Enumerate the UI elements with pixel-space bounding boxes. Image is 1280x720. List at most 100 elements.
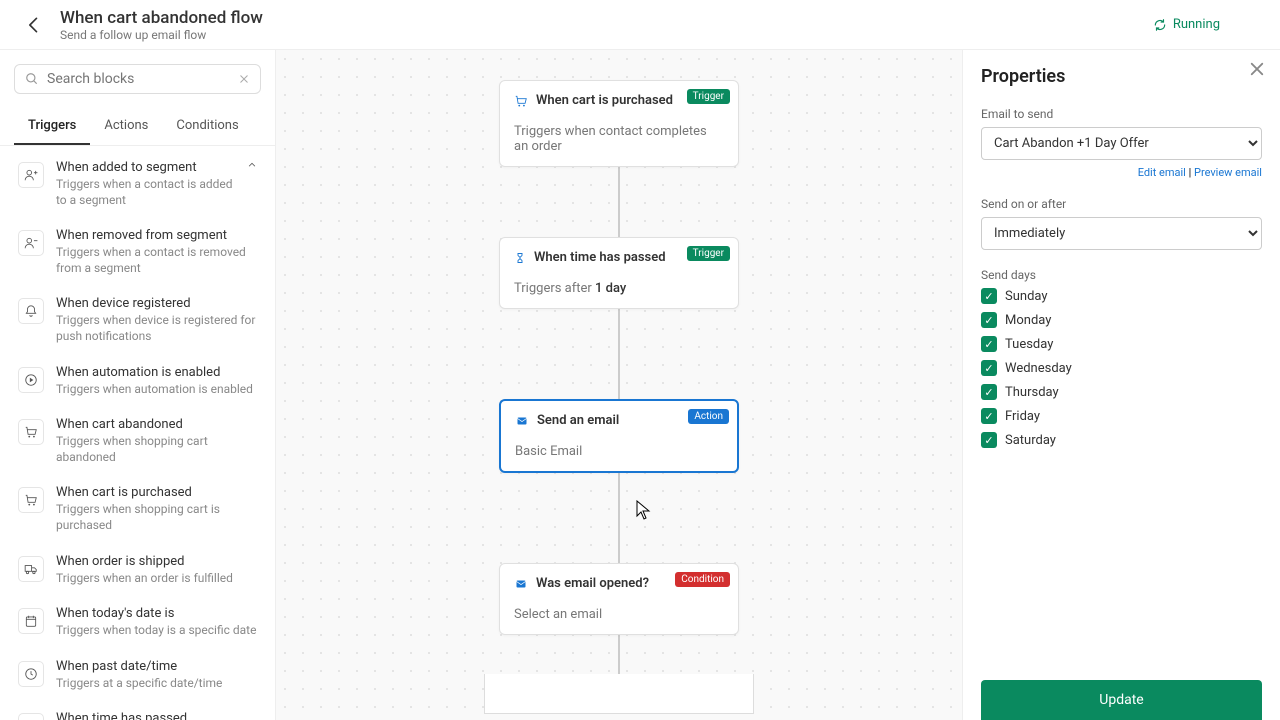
connector (618, 473, 620, 563)
block-desc: Triggers when shopping cart is purchased (56, 502, 257, 533)
day-tuesday[interactable]: ✓Tuesday (981, 336, 1262, 352)
block-when-added-to-segment[interactable]: When added to segment Triggers when a co… (0, 150, 275, 218)
tab-conditions[interactable]: Conditions (162, 108, 252, 145)
block-title: When order is shipped (56, 554, 257, 569)
cart-icon (514, 94, 528, 108)
play-circle-icon (18, 367, 44, 393)
bell-icon (18, 298, 44, 324)
arrow-left-icon (24, 15, 44, 35)
update-button[interactable]: Update (981, 680, 1262, 720)
clear-search-icon[interactable] (238, 73, 250, 85)
day-friday[interactable]: ✓Friday (981, 408, 1262, 424)
close-icon (1248, 60, 1266, 78)
send-on-select[interactable]: Immediately (981, 217, 1262, 250)
block-desc: Triggers when a contact is added to a se… (56, 177, 235, 208)
node-title: Send an email (537, 413, 619, 428)
node-body: Basic Email (515, 444, 723, 459)
day-sunday[interactable]: ✓Sunday (981, 288, 1262, 304)
email-links: Edit email | Preview email (981, 166, 1262, 179)
day-saturday[interactable]: ✓Saturday (981, 432, 1262, 448)
checkbox-icon: ✓ (981, 360, 997, 376)
properties-panel: Properties Email to send Cart Abandon +1… (962, 50, 1280, 720)
search-input-wrap[interactable] (14, 64, 261, 94)
tab-actions[interactable]: Actions (90, 108, 162, 145)
tab-triggers[interactable]: Triggers (14, 108, 90, 145)
block-when-removed-from-segment[interactable]: When removed from segment Triggers when … (0, 218, 275, 286)
block-when-order-shipped[interactable]: When order is shipped Triggers when an o… (0, 544, 275, 597)
block-title: When cart abandoned (56, 417, 257, 432)
block-title: When time has passed (56, 711, 257, 720)
header-titles: When cart abandoned flow Send a follow u… (60, 8, 263, 42)
block-title: When today's date is (56, 606, 257, 621)
edit-email-link[interactable]: Edit email (1138, 166, 1186, 179)
envelope-icon (515, 415, 529, 427)
day-wednesday[interactable]: ✓Wednesday (981, 360, 1262, 376)
action-badge: Action (688, 409, 729, 424)
node-was-email-opened[interactable]: Condition Was email opened? Select an em… (499, 563, 739, 635)
block-when-time-passed[interactable]: When time has passed Triggers after time… (0, 701, 275, 720)
page-title: When cart abandoned flow (60, 8, 263, 28)
node-body: Triggers after 1 day (514, 281, 724, 296)
block-when-todays-date[interactable]: When today's date is Triggers when today… (0, 596, 275, 649)
branch-container (484, 674, 754, 714)
day-monday[interactable]: ✓Monday (981, 312, 1262, 328)
trigger-badge: Trigger (687, 89, 730, 104)
node-cart-purchased[interactable]: Trigger When cart is purchased Triggers … (499, 80, 739, 167)
condition-badge: Condition (675, 572, 730, 587)
checkbox-icon: ✓ (981, 336, 997, 352)
checkbox-icon: ✓ (981, 408, 997, 424)
block-desc: Triggers when automation is enabled (56, 382, 257, 398)
block-desc: Triggers at a specific date/time (56, 676, 257, 692)
connector (618, 309, 620, 399)
hourglass-icon (18, 713, 44, 720)
status-badge[interactable]: Running (1153, 17, 1220, 32)
hourglass-icon (514, 251, 526, 265)
block-title: When automation is enabled (56, 365, 257, 380)
clock-icon (18, 661, 44, 687)
search-input[interactable] (47, 71, 238, 87)
page-subtitle: Send a follow up email flow (60, 28, 263, 42)
close-button[interactable] (1248, 60, 1266, 78)
block-title: When cart is purchased (56, 485, 257, 500)
block-when-cart-abandoned[interactable]: When cart abandoned Triggers when shoppi… (0, 407, 275, 475)
day-thursday[interactable]: ✓Thursday (981, 384, 1262, 400)
back-button[interactable] (20, 11, 48, 39)
blocks-list[interactable]: When added to segment Triggers when a co… (0, 146, 275, 720)
block-when-device-registered[interactable]: When device registered Triggers when dev… (0, 286, 275, 354)
sync-icon (1153, 18, 1167, 32)
block-desc: Triggers when shopping cart abandoned (56, 434, 257, 465)
email-to-send-select[interactable]: Cart Abandon +1 Day Offer (981, 127, 1262, 160)
preview-email-link[interactable]: Preview email (1194, 166, 1262, 179)
send-days-label: Send days (981, 268, 1262, 282)
trigger-badge: Trigger (687, 246, 730, 261)
block-when-cart-purchased[interactable]: When cart is purchased Triggers when sho… (0, 475, 275, 543)
connector (618, 167, 620, 237)
send-on-label: Send on or after (981, 197, 1262, 211)
calendar-icon (18, 608, 44, 634)
block-desc: Triggers when an order is fulfilled (56, 571, 257, 587)
sidebar-tabs: Triggers Actions Conditions (0, 108, 275, 146)
block-title: When removed from segment (56, 228, 257, 243)
block-title: When added to segment (56, 160, 235, 175)
checkbox-icon: ✓ (981, 384, 997, 400)
block-when-automation-enabled[interactable]: When automation is enabled Triggers when… (0, 355, 275, 408)
node-body: Triggers when contact completes an order (514, 124, 724, 154)
connector (618, 635, 620, 675)
envelope-open-icon (514, 578, 528, 590)
properties-heading: Properties (981, 66, 1262, 87)
node-send-email[interactable]: Action Send an email Basic Email (499, 399, 739, 473)
node-time-passed[interactable]: Trigger When time has passed Triggers af… (499, 237, 739, 309)
checkbox-icon: ✓ (981, 288, 997, 304)
block-title: When past date/time (56, 659, 257, 674)
flow-canvas[interactable]: Trigger When cart is purchased Triggers … (276, 50, 962, 720)
person-remove-icon (18, 230, 44, 256)
chevron-up-icon (247, 160, 257, 170)
sidebar: Triggers Actions Conditions When added t… (0, 50, 276, 720)
cart-icon (18, 419, 44, 445)
block-when-past-datetime[interactable]: When past date/time Triggers at a specif… (0, 649, 275, 702)
block-desc: Triggers when today is a specific date (56, 623, 257, 639)
block-desc: Triggers when a contact is removed from … (56, 245, 257, 276)
block-desc: Triggers when device is registered for p… (56, 313, 257, 344)
node-title: When time has passed (534, 250, 666, 265)
status-text: Running (1173, 17, 1220, 32)
